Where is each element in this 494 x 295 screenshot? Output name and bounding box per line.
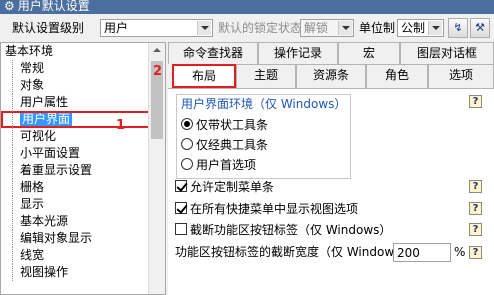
radio-button[interactable]	[181, 158, 193, 170]
tab-command-finder[interactable]: 命令查找器	[168, 42, 258, 64]
tree-item[interactable]: 栅格	[1, 179, 165, 196]
tree-root[interactable]: 基本环境	[1, 43, 165, 60]
help-icon[interactable]: ?	[469, 202, 482, 215]
callout-two: 2	[153, 64, 163, 79]
checkbox-checked[interactable]	[175, 202, 187, 214]
tab-row-lower: 布局 主题 资源条 角色 选项	[168, 64, 494, 88]
window-title-bar: ⚙ 用户默认设置	[0, 0, 494, 14]
window-title: 用户默认设置	[17, 0, 90, 13]
tree-item[interactable]: 显示	[1, 196, 165, 213]
checkbox-allow-custom-menu[interactable]: 允许定制菜单条	[175, 178, 274, 196]
lock-select[interactable]: 解锁	[300, 19, 354, 37]
tree-item-label: 线宽	[20, 248, 45, 262]
tree-item[interactable]: 线宽	[1, 247, 165, 264]
gear-icon: ⚙	[4, 0, 15, 13]
callout-one: 1	[116, 118, 126, 133]
tree-item-label: 着重显示设置	[20, 163, 93, 177]
checkbox-label: 允许定制菜单条	[190, 180, 275, 194]
tree-item[interactable]: 用户属性	[1, 94, 165, 111]
tree-item-label: 显示	[20, 197, 45, 211]
checkbox-truncate-labels[interactable]: 截断功能区按钮标签（仅 Windows）	[175, 221, 391, 239]
checkbox-show-view-options[interactable]: 在所有快捷菜单中显示视图选项	[175, 200, 358, 218]
tree-item-label: 编辑对象显示	[20, 231, 93, 245]
tree-item-label: 可视化	[20, 129, 57, 143]
truncate-width-label: 功能区按钮标签的截断宽度（仅 Window	[175, 245, 395, 259]
tree-item-label: 对象	[20, 78, 45, 92]
chevron-down-icon	[197, 21, 211, 35]
checkbox-label: 截断功能区按钮标签（仅 Windows）	[190, 223, 392, 237]
tree-item[interactable]: 对象	[1, 77, 165, 94]
help-icon[interactable]: ?	[469, 246, 482, 259]
checkbox-label: 在所有快捷菜单中显示视图选项	[190, 202, 359, 216]
truncate-width-input[interactable]	[393, 243, 451, 262]
layout-pane: 用户界面环境（仅 Windows） 仅带状工具条 仅经典工具条 用户首选项 ? …	[168, 88, 494, 295]
tab-resource-bar[interactable]: 资源条	[296, 64, 366, 88]
tree-item[interactable]: 常规	[1, 60, 165, 77]
unit-label: 单位制	[359, 21, 396, 35]
unit-select[interactable]: 公制	[397, 19, 444, 37]
unit-value: 公制	[401, 21, 426, 35]
tool-icon[interactable]: ⚒	[470, 18, 490, 38]
tab-layer-dialog[interactable]: 图层对话框	[400, 42, 494, 64]
tree-item-label: 用户界面	[20, 112, 73, 126]
radio-label: 仅经典工具条	[196, 138, 269, 152]
level-select[interactable]: 用户	[100, 19, 213, 37]
tree-item-label: 用户属性	[20, 95, 69, 109]
checkbox-checked[interactable]	[175, 180, 187, 192]
chevron-down-icon	[338, 21, 352, 35]
radio-button-selected[interactable]	[181, 118, 193, 130]
tree-item[interactable]: 编辑对象显示	[1, 230, 165, 247]
lock-value: 解锁	[304, 21, 329, 35]
tab-macro[interactable]: 宏	[338, 42, 400, 64]
tree-item-label: 栅格	[20, 180, 45, 194]
scroll-up-icon[interactable]	[149, 43, 165, 59]
help-icon[interactable]: ?	[469, 95, 482, 108]
radio-ribbon-only[interactable]: 仅带状工具条	[181, 116, 268, 134]
tree-item[interactable]: 基本光源	[1, 213, 165, 230]
tree-item[interactable]: 小平面设置	[1, 145, 165, 162]
tree-item[interactable]: 视图操作	[1, 264, 165, 281]
radio-button[interactable]	[181, 138, 193, 150]
radio-label: 仅带状工具条	[196, 118, 269, 132]
lock-label: 默认的锁定状态	[218, 21, 303, 35]
settings-toolbar: 默认设置级别 用户 默认的锁定状态 解锁 单位制 公制 ↯ ⚒	[0, 14, 494, 42]
tab-options[interactable]: 选项	[428, 64, 494, 88]
ui-environment-group: 用户界面环境（仅 Windows） 仅带状工具条 仅经典工具条 用户首选项	[176, 94, 351, 179]
tab-operation-log[interactable]: 操作记录	[258, 42, 338, 64]
group-title: 用户界面环境（仅 Windows）	[181, 97, 347, 111]
tab-role[interactable]: 角色	[366, 64, 428, 88]
radio-label: 用户首选项	[196, 158, 257, 172]
help-icon[interactable]: ?	[469, 223, 482, 236]
percent-unit: %	[454, 245, 466, 259]
tree-item-label: 小平面设置	[20, 146, 81, 160]
tree-item[interactable]: 可视化	[1, 128, 165, 145]
tree-scrollbar[interactable]	[148, 43, 165, 294]
tree-item-label: 视图操作	[20, 265, 69, 279]
tree-item-label: 常规	[20, 61, 45, 75]
help-icon[interactable]: ?	[469, 180, 482, 193]
radio-classic-only[interactable]: 仅经典工具条	[181, 136, 268, 154]
wizard-icon[interactable]: ↯	[448, 18, 468, 38]
tab-layout[interactable]: 布局	[172, 64, 236, 88]
settings-tree[interactable]: 基本环境 常规对象用户属性用户界面可视化小平面设置着重显示设置 栅格显示基本光源编…	[0, 42, 166, 295]
level-value: 用户	[104, 21, 129, 35]
tab-theme[interactable]: 主题	[236, 64, 296, 88]
checkbox-unchecked[interactable]	[175, 223, 187, 235]
tab-row-upper: 命令查找器 操作记录 宏 图层对话框	[168, 42, 494, 64]
chevron-down-icon	[428, 21, 442, 35]
level-label: 默认设置级别	[12, 21, 85, 35]
radio-user-preference[interactable]: 用户首选项	[181, 156, 256, 174]
tree-item[interactable]: 着重显示设置	[1, 162, 165, 179]
tree-item[interactable]: 用户界面	[1, 111, 165, 128]
tree-item-label: 基本光源	[20, 214, 69, 228]
